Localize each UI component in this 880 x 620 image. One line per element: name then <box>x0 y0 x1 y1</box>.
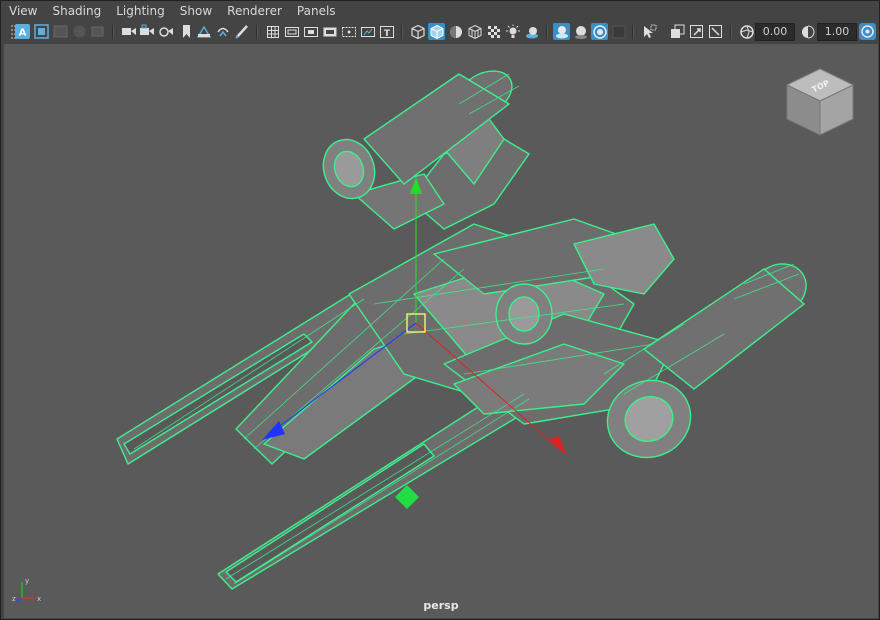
camera-icon[interactable] <box>120 23 137 40</box>
xray-active-icon[interactable] <box>688 23 705 40</box>
color-management-icon[interactable] <box>859 23 876 40</box>
use-all-lights-icon[interactable] <box>504 23 521 40</box>
image-plane-icon[interactable] <box>71 23 88 40</box>
perspective-viewport[interactable]: TOP y x z persp <box>4 44 878 618</box>
gamma-field[interactable]: 1.00 <box>817 23 857 41</box>
maya-viewport-panel: View Shading Lighting Show Renderer Pane… <box>0 0 880 620</box>
gamma-icon[interactable] <box>799 23 816 40</box>
2d-pan-icon[interactable] <box>214 23 231 40</box>
camera-attributes-icon[interactable] <box>33 23 50 40</box>
viewcube[interactable]: TOP <box>785 67 855 141</box>
checker-texture-icon[interactable] <box>485 23 502 40</box>
svg-text:A: A <box>19 28 27 39</box>
field-chart-icon[interactable] <box>340 23 357 40</box>
wireframe-icon[interactable] <box>409 23 426 40</box>
smooth-shade-icon[interactable] <box>428 23 445 40</box>
menu-panels[interactable]: Panels <box>290 2 344 21</box>
safe-title-icon[interactable]: T <box>378 23 395 40</box>
safe-action-icon[interactable] <box>359 23 376 40</box>
panel-toolbar: A T 0.00 1.00 <box>2 21 879 43</box>
xray-joints-icon[interactable] <box>707 23 724 40</box>
menu-view[interactable]: View <box>2 2 45 21</box>
image-plane-toggle-icon[interactable] <box>195 23 212 40</box>
exposure-field[interactable]: 0.00 <box>755 23 795 41</box>
resolution-gate-icon[interactable] <box>302 23 319 40</box>
bookmark-icon[interactable] <box>52 23 69 40</box>
camera-lock-icon[interactable] <box>138 23 155 40</box>
camera-tumble-icon[interactable] <box>157 23 174 40</box>
isolate-select-icon[interactable] <box>640 23 657 40</box>
wireframe-on-shaded-icon[interactable] <box>669 23 686 40</box>
textured-icon[interactable] <box>466 23 483 40</box>
film-gate-icon[interactable] <box>283 23 300 40</box>
menu-show[interactable]: Show <box>173 2 220 21</box>
exposure-icon[interactable] <box>738 23 755 40</box>
select-camera-icon[interactable]: A <box>14 23 31 40</box>
bookmark-ribbon-icon[interactable] <box>177 23 194 40</box>
default-material-icon[interactable] <box>447 23 464 40</box>
xray-icon[interactable] <box>553 23 570 40</box>
ambient-occlusion-icon[interactable] <box>572 23 589 40</box>
menu-shading[interactable]: Shading <box>45 2 109 21</box>
menu-renderer[interactable]: Renderer <box>220 2 290 21</box>
axis-y-label: y <box>25 577 29 585</box>
2d-pan-zoom-icon[interactable] <box>89 23 106 40</box>
menu-lighting[interactable]: Lighting <box>109 2 173 21</box>
motion-blur-icon[interactable] <box>610 23 627 40</box>
panel-menubar: View Shading Lighting Show Renderer Pane… <box>2 2 879 21</box>
screen-space-reflection-icon[interactable] <box>591 23 608 40</box>
grease-pencil-icon[interactable] <box>233 23 250 40</box>
gate-mask-icon[interactable] <box>321 23 338 40</box>
spaceship-wireframe-model[interactable] <box>4 44 878 618</box>
shadows-icon[interactable] <box>523 23 540 40</box>
grid-icon[interactable] <box>264 23 281 40</box>
svg-text:T: T <box>383 29 390 39</box>
camera-name-label: persp <box>423 599 459 612</box>
